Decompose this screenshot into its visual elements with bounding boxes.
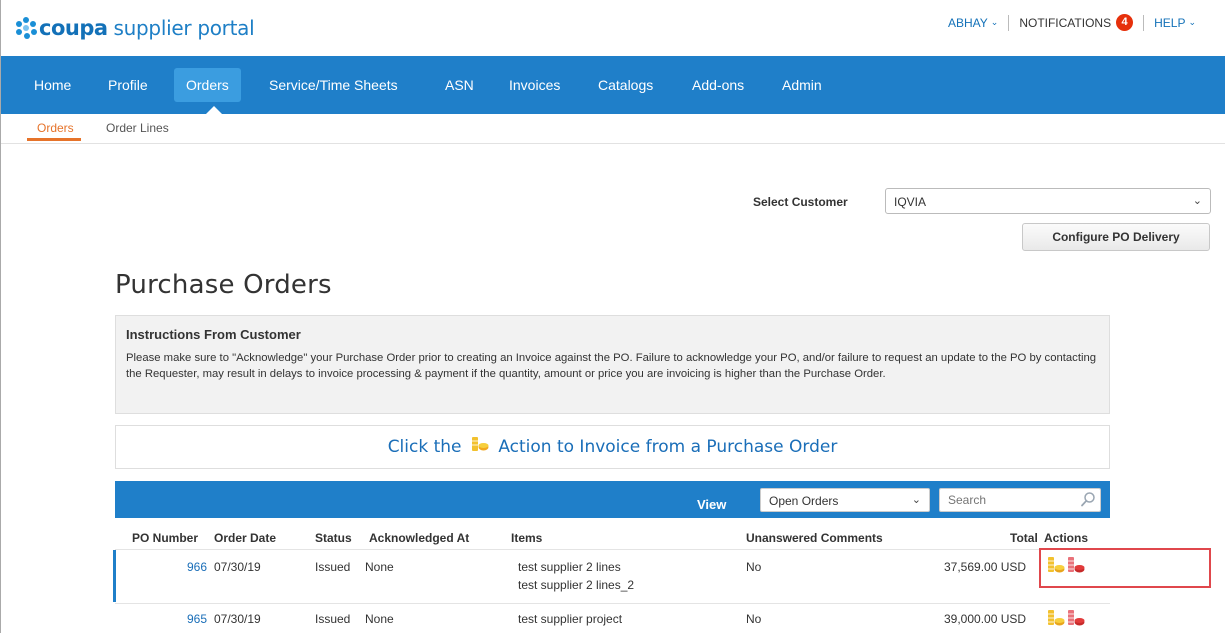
- banner-text-after: Action to Invoice from a Purchase Order: [498, 437, 838, 457]
- customer-select[interactable]: IQVIA ⌄: [885, 188, 1211, 214]
- gold-coins-icon[interactable]: [1047, 609, 1065, 632]
- top-utility-nav: ABHAY ⌄ NOTIFICATIONS 4 HELP ⌄: [938, 14, 1206, 31]
- col-unanswered-comments[interactable]: Unanswered Comments: [746, 531, 883, 545]
- page-title: Purchase Orders: [115, 270, 332, 300]
- col-items[interactable]: Items: [511, 531, 542, 545]
- top-header: coupa supplier portal ABHAY ⌄ NOTIFICATI…: [1, 0, 1225, 56]
- app-frame: coupa supplier portal ABHAY ⌄ NOTIFICATI…: [0, 0, 1225, 633]
- view-selected-value: Open Orders: [769, 494, 839, 508]
- user-menu[interactable]: ABHAY ⌄: [938, 16, 1008, 30]
- notifications-label: NOTIFICATIONS: [1019, 15, 1112, 30]
- notifications-link[interactable]: NOTIFICATIONS 4: [1009, 14, 1143, 31]
- nav-orders[interactable]: Orders: [174, 68, 241, 102]
- item-line: test supplier 2 lines: [518, 560, 621, 574]
- item-line: test supplier 2 lines_2: [518, 578, 635, 592]
- acknowledged-at: None: [365, 560, 394, 574]
- help-label: HELP: [1154, 15, 1186, 30]
- highlight-box: [1039, 548, 1211, 588]
- view-filter-select[interactable]: Open Orders ⌄: [760, 488, 930, 512]
- item-line: test supplier project: [518, 612, 623, 626]
- col-actions: Actions: [1044, 531, 1089, 545]
- nav-catalogs[interactable]: Catalogs: [586, 68, 665, 102]
- logo-subtitle: supplier portal: [113, 16, 255, 40]
- coupa-logo-icon: [15, 17, 37, 39]
- order-total: 37,569.00 USD: [944, 560, 1027, 574]
- nav-home[interactable]: Home: [22, 68, 83, 102]
- nav-service-time-sheets[interactable]: Service/Time Sheets: [257, 68, 410, 102]
- view-label: View: [697, 497, 727, 512]
- col-po-number[interactable]: PO Number: [132, 531, 198, 545]
- order-total: 39,000.00 USD: [944, 612, 1027, 626]
- select-customer-label: Select Customer: [753, 195, 848, 209]
- col-status[interactable]: Status: [315, 531, 352, 545]
- banner-text-before: Click the: [387, 437, 462, 457]
- nav-asn[interactable]: ASN: [433, 68, 486, 102]
- selected-row-indicator: [113, 550, 116, 602]
- status: Issued: [315, 560, 351, 574]
- instructions-title: Instructions From Customer: [126, 327, 301, 342]
- customer-selected-value: IQVIA: [894, 195, 927, 209]
- chevron-down-icon: ⌄: [911, 494, 921, 506]
- unanswered-comments: No: [746, 560, 762, 574]
- nav-profile[interactable]: Profile: [96, 68, 160, 102]
- notifications-count-badge: 4: [1116, 14, 1134, 31]
- status: Issued: [315, 612, 351, 626]
- search-icon[interactable]: [1079, 491, 1097, 509]
- col-total[interactable]: Total: [1010, 531, 1038, 545]
- po-number-link[interactable]: 966: [187, 560, 207, 574]
- row-actions: [1047, 609, 1085, 632]
- order-date: 07/30/19: [214, 612, 261, 626]
- sub-nav: Orders Order Lines: [1, 114, 1225, 144]
- nav-add-ons[interactable]: Add-ons: [680, 68, 756, 102]
- user-name: ABHAY: [947, 15, 988, 30]
- nav-admin[interactable]: Admin: [770, 68, 834, 102]
- po-number-link[interactable]: 965: [187, 612, 207, 626]
- subnav-active-underline: [27, 138, 81, 141]
- subnav-orders[interactable]: Orders: [37, 121, 74, 135]
- row-divider: [115, 603, 1110, 604]
- chevron-down-icon: ⌄: [1188, 17, 1196, 27]
- order-date: 07/30/19: [214, 560, 261, 574]
- col-acknowledged-at[interactable]: Acknowledged At: [369, 531, 469, 545]
- active-nav-pointer: [206, 106, 222, 114]
- help-menu[interactable]: HELP ⌄: [1144, 16, 1206, 30]
- invoice-hint-banner: Click the Action to Invoice from a Purch…: [115, 425, 1110, 469]
- search-input[interactable]: [939, 488, 1101, 512]
- acknowledged-at: None: [365, 612, 394, 626]
- row-divider: [115, 549, 1110, 550]
- customer-instructions-panel: Instructions From Customer Please make s…: [115, 315, 1110, 414]
- chevron-down-icon: ⌄: [990, 17, 999, 27]
- subnav-order-lines[interactable]: Order Lines: [106, 121, 169, 135]
- coupa-logo[interactable]: coupa supplier portal: [15, 16, 255, 40]
- unanswered-comments: No: [746, 612, 762, 626]
- nav-invoices[interactable]: Invoices: [497, 68, 572, 102]
- configure-po-delivery-button[interactable]: Configure PO Delivery: [1022, 223, 1210, 251]
- chevron-down-icon: ⌄: [1192, 195, 1202, 207]
- gold-coins-icon: [471, 426, 489, 468]
- instructions-body: Please make sure to "Acknowledge" your P…: [126, 352, 1097, 380]
- col-order-date[interactable]: Order Date: [214, 531, 276, 545]
- logo-word: coupa: [39, 16, 108, 40]
- red-coins-icon[interactable]: [1067, 609, 1085, 632]
- main-nav: Home Profile Orders Service/Time Sheets …: [1, 56, 1225, 114]
